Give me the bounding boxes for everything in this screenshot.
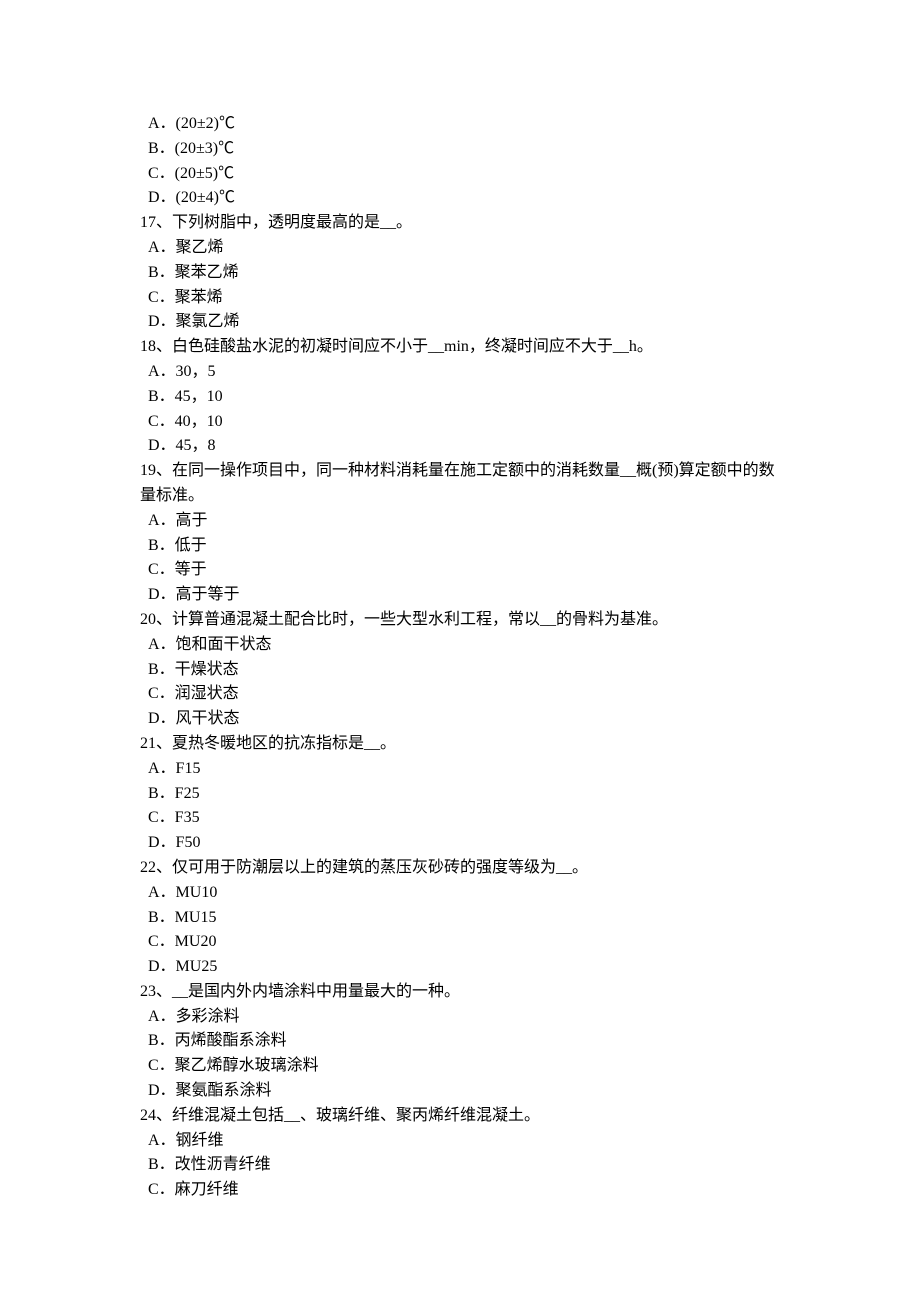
option-line: B．聚苯乙烯 (140, 261, 780, 286)
option-line: B．MU15 (140, 906, 780, 931)
question-line: 20、计算普通混凝土配合比时，一些大型水利工程，常以__的骨料为基准。 (140, 608, 780, 633)
option-line: A．多彩涂料 (140, 1005, 780, 1030)
option-line: D．聚氨酯系涂料 (140, 1079, 780, 1104)
option-line: C．聚乙烯醇水玻璃涂料 (140, 1054, 780, 1079)
option-line: C．麻刀纤维 (140, 1178, 780, 1203)
question-line: 17、下列树脂中，透明度最高的是__。 (140, 211, 780, 236)
option-line: A．F15 (140, 757, 780, 782)
option-line: B．45，10 (140, 385, 780, 410)
option-line: D．45，8 (140, 434, 780, 459)
question-line: 23、__是国内外内墙涂料中用量最大的一种。 (140, 980, 780, 1005)
question-line: 18、白色硅酸盐水泥的初凝时间应不小于__min，终凝时间应不大于__h。 (140, 335, 780, 360)
option-line: C．润湿状态 (140, 682, 780, 707)
option-line: C．等于 (140, 558, 780, 583)
option-line: D．聚氯乙烯 (140, 310, 780, 335)
option-line: B．丙烯酸酯系涂料 (140, 1029, 780, 1054)
question-line: 21、夏热冬暖地区的抗冻指标是__。 (140, 732, 780, 757)
option-line: C．聚苯烯 (140, 286, 780, 311)
option-line: B．低于 (140, 534, 780, 559)
option-line: A．高于 (140, 509, 780, 534)
option-line: A．MU10 (140, 881, 780, 906)
option-line: A．(20±2)℃ (140, 112, 780, 137)
question-line: 22、仅可用于防潮层以上的建筑的蒸压灰砂砖的强度等级为__。 (140, 856, 780, 881)
option-line: C．MU20 (140, 930, 780, 955)
question-line: 19、在同一操作项目中，同一种材料消耗量在施工定额中的消耗数量__概(预)算定额… (140, 459, 780, 509)
option-line: D．(20±4)℃ (140, 186, 780, 211)
option-line: D．高于等于 (140, 583, 780, 608)
option-line: C．(20±5)℃ (140, 162, 780, 187)
option-line: B．改性沥青纤维 (140, 1153, 780, 1178)
option-line: D．风干状态 (140, 707, 780, 732)
document-body: A．(20±2)℃B．(20±3)℃C．(20±5)℃D．(20±4)℃17、下… (140, 112, 780, 1203)
option-line: D．F50 (140, 831, 780, 856)
option-line: D．MU25 (140, 955, 780, 980)
option-line: A．钢纤维 (140, 1129, 780, 1154)
option-line: A．30，5 (140, 360, 780, 385)
option-line: C．40，10 (140, 410, 780, 435)
option-line: B．干燥状态 (140, 658, 780, 683)
option-line: C．F35 (140, 806, 780, 831)
question-line: 24、纤维混凝土包括__、玻璃纤维、聚丙烯纤维混凝土。 (140, 1104, 780, 1129)
option-line: A．聚乙烯 (140, 236, 780, 261)
option-line: B．F25 (140, 782, 780, 807)
option-line: B．(20±3)℃ (140, 137, 780, 162)
option-line: A．饱和面干状态 (140, 633, 780, 658)
